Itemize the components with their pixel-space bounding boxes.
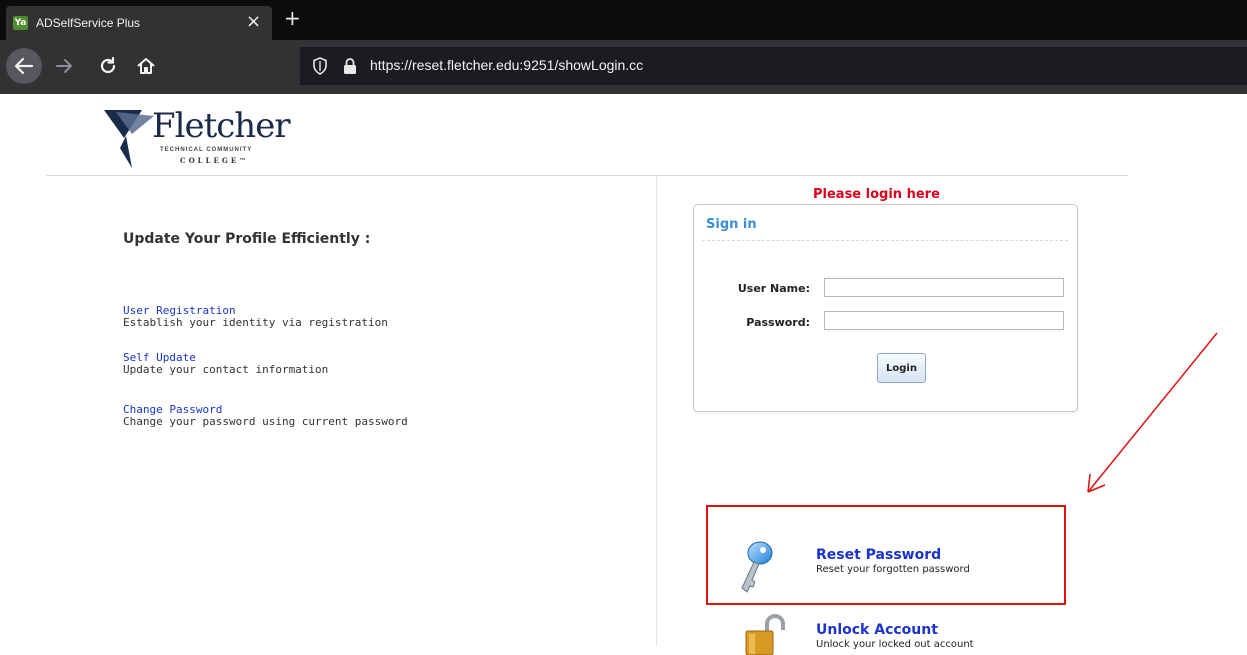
username-input[interactable] [824,278,1064,297]
tab-title: ADSelfService Plus [36,16,141,30]
logo-name: Fletcher [152,106,291,146]
signin-title: Sign in [706,217,757,232]
shield-icon[interactable] [312,57,328,75]
back-icon[interactable] [6,48,42,84]
password-label: Password: [746,316,810,329]
new-tab-icon[interactable]: + [284,7,301,29]
browser-tab[interactable]: Ya ADSelfService Plus × [6,6,272,40]
url-text[interactable]: https://reset.fletcher.edu:9251/showLogi… [370,57,643,73]
profile-heading: Update Your Profile Efficiently : [123,231,371,247]
annotation-arrow-icon [1087,332,1218,493]
reset-password-action[interactable]: Reset Password Reset your forgotten pass… [816,548,970,577]
padlock-icon [745,614,785,655]
unlock-account-link[interactable]: Unlock Account [816,623,974,638]
unlock-account-action[interactable]: Unlock Account Unlock your locked out ac… [816,623,974,652]
login-button[interactable]: Login [877,353,926,383]
home-icon[interactable] [134,54,158,78]
forward-icon[interactable] [52,54,76,78]
key-icon [741,541,773,593]
username-label: User Name: [737,282,810,295]
browser-toolbar: https://reset.fletcher.edu:9251/showLogi… [0,40,1247,94]
feature-change-password: Change Password Change your password usi… [123,404,408,428]
browser-tab-bar: Ya ADSelfService Plus × + [0,0,1247,40]
change-password-desc: Change your password using current passw… [123,415,408,428]
password-input[interactable] [824,311,1064,330]
self-update-desc: Update your contact information [123,363,329,376]
reset-password-desc: Reset your forgotten password [816,564,970,575]
feature-user-registration: User Registration Establish your identit… [123,305,388,329]
reset-password-link[interactable]: Reset Password [816,548,970,563]
address-bar[interactable]: https://reset.fletcher.edu:9251/showLogi… [300,47,1247,85]
feature-self-update: Self Update Update your contact informat… [123,352,328,376]
fletcher-logo: Fletcher TECHNICAL COMMUNITY COLLEGE™ [100,104,291,174]
tab-favicon-icon: Ya [13,16,28,30]
unlock-account-desc: Unlock your locked out account [816,639,974,650]
lock-icon[interactable] [342,57,358,75]
column-divider [656,176,657,646]
logo-subtitle-1: TECHNICAL COMMUNITY [160,147,253,153]
reload-icon[interactable] [96,54,120,78]
signin-panel: Sign in User Name: Password: Login [693,204,1078,412]
login-prompt: Please login here [813,187,940,202]
header-divider [46,175,1128,176]
logo-subtitle-2: COLLEGE™ [180,156,250,165]
user-registration-desc: Establish your identity via registration [123,316,388,329]
signin-divider [702,240,1068,241]
tab-close-icon[interactable]: × [246,12,261,32]
